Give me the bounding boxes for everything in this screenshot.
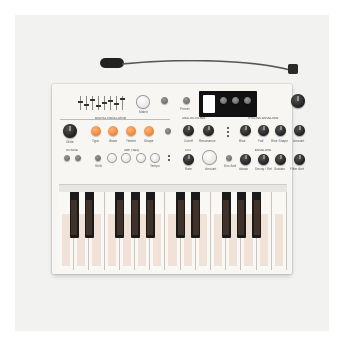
shift-button[interactable] <box>95 155 101 161</box>
resonance-knob[interactable] <box>203 125 214 136</box>
decay-rel-label: Decay / Rel <box>255 167 273 171</box>
attack-knob[interactable] <box>240 154 251 165</box>
preset-button-2[interactable] <box>232 97 239 104</box>
fall-label: Fall <box>258 139 264 143</box>
led <box>227 131 229 133</box>
glide-knob[interactable] <box>137 96 149 108</box>
microphone-head <box>100 58 124 68</box>
section-lfo: LFO <box>185 148 191 152</box>
black-key[interactable] <box>130 192 140 238</box>
microphone-mount <box>288 64 298 74</box>
slider[interactable] <box>102 96 107 110</box>
slider[interactable] <box>120 96 125 110</box>
slider[interactable] <box>78 96 83 110</box>
lfo-amount-knob[interactable] <box>203 151 216 164</box>
preset-button[interactable] <box>183 97 190 104</box>
type-label: Type <box>92 139 100 143</box>
slider[interactable] <box>108 96 113 110</box>
lfo-rate-knob[interactable] <box>183 154 194 165</box>
section-envelope: ENVELOPE <box>255 148 272 152</box>
slider[interactable] <box>90 96 95 110</box>
section-digital-oscillator: DIGITAL OSCILLATOR <box>95 116 126 120</box>
preset-display <box>199 91 257 117</box>
glide-big-knob[interactable] <box>63 124 77 138</box>
wave-label: Wave <box>109 139 118 143</box>
oled-screen <box>203 95 215 113</box>
section-arp-seq: ARP | SEQ <box>124 148 139 152</box>
led <box>227 127 229 129</box>
rate-label: Rate <box>185 167 192 171</box>
hold-knob[interactable] <box>137 154 145 162</box>
section-analog-filter: ANALOG FILTER <box>182 116 206 120</box>
preset-button-1[interactable] <box>220 97 227 104</box>
slider[interactable] <box>114 96 119 110</box>
rise-knob[interactable] <box>240 125 251 136</box>
filter-amt-label: Filter Amt <box>290 167 304 171</box>
preset-button-3[interactable] <box>244 97 251 104</box>
seq-knob[interactable] <box>122 154 130 162</box>
env-amt-label: Env Amt <box>224 164 237 168</box>
black-key[interactable] <box>145 192 155 238</box>
cutoff-label: Cutoff <box>184 139 193 143</box>
white-key[interactable] <box>271 192 287 270</box>
black-key[interactable] <box>236 192 246 238</box>
black-key[interactable] <box>252 192 262 238</box>
keyboard <box>59 192 287 270</box>
attack-label: Attack <box>239 167 249 171</box>
led <box>227 135 229 137</box>
filter-amt-knob[interactable] <box>294 154 305 165</box>
tempo-label: Tempo <box>150 164 160 168</box>
shape-knob[interactable] <box>144 126 154 136</box>
fall-knob[interactable] <box>258 125 269 136</box>
shift-label: Shift <box>95 164 102 168</box>
preset-label: Preset <box>180 107 190 111</box>
section-octave: OCTAVE <box>66 148 78 152</box>
tempo-knob[interactable] <box>151 154 159 162</box>
black-key[interactable] <box>69 192 79 238</box>
arp-knob[interactable] <box>108 154 116 162</box>
shape-label: Shape <box>144 139 154 143</box>
sustain-label: Sustain <box>274 167 285 171</box>
octave-down-button[interactable] <box>64 155 70 161</box>
led <box>168 159 170 161</box>
black-key[interactable] <box>191 192 201 238</box>
led <box>168 155 170 157</box>
cutoff-knob[interactable] <box>183 125 194 136</box>
octave-up-button[interactable] <box>75 155 81 161</box>
lfo-amount-label: Amount <box>205 167 217 171</box>
rise-shape-label: Rise Shape <box>271 139 288 143</box>
timbre-knob[interactable] <box>126 126 136 136</box>
env-mode-button[interactable] <box>226 155 232 161</box>
black-key[interactable] <box>115 192 125 238</box>
decay-release-knob[interactable] <box>258 154 269 165</box>
black-key[interactable] <box>84 192 94 238</box>
wave-knob[interactable] <box>108 126 118 136</box>
volume-knob[interactable] <box>291 94 305 108</box>
matrix-label: Matrix <box>139 110 148 114</box>
rise-shape-knob[interactable] <box>275 125 286 136</box>
sustain-knob[interactable] <box>275 154 286 165</box>
matrix-button[interactable] <box>161 97 168 104</box>
rise-label: Rise <box>239 139 246 143</box>
slider[interactable] <box>96 96 101 110</box>
timbre-label: Timbre <box>126 139 137 143</box>
resonance-label: Resonance <box>199 139 216 143</box>
section-cycling-envelope: CYCLING ENVELOPE <box>248 116 279 120</box>
amount-knob[interactable] <box>294 125 305 136</box>
slider[interactable] <box>84 96 89 110</box>
filter-mode-button[interactable] <box>165 128 171 134</box>
black-key[interactable] <box>221 192 231 238</box>
amount-label: Amount <box>293 139 305 143</box>
type-knob[interactable] <box>91 126 101 136</box>
black-key[interactable] <box>176 192 186 238</box>
glide-label: Glide <box>66 140 74 144</box>
